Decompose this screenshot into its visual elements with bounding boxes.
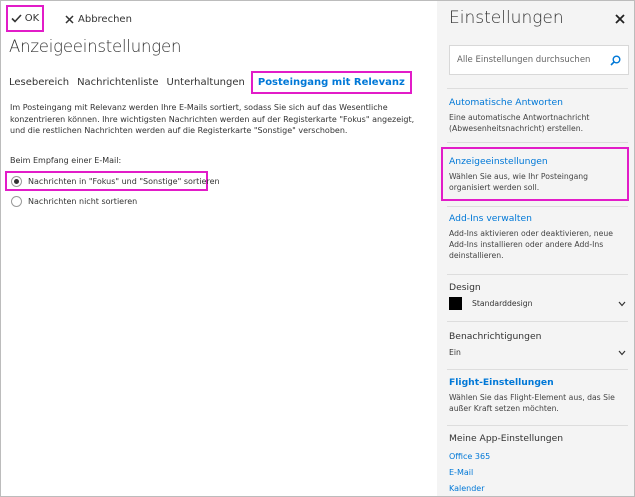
divider <box>447 206 628 207</box>
tab-conversations[interactable]: Unterhaltungen <box>167 77 245 88</box>
option-label: Nachrichten in "Fokus" und "Sonstige" so… <box>28 176 220 186</box>
notifications-heading: Benachrichtigungen <box>449 331 542 342</box>
search-input[interactable] <box>457 55 607 65</box>
settings-search <box>449 45 629 75</box>
chevron-down-icon[interactable] <box>618 350 626 356</box>
option-do-not-sort[interactable]: Nachrichten nicht sortieren <box>11 194 137 208</box>
divider <box>447 88 628 89</box>
settings-title: Einstellungen <box>449 8 564 28</box>
display-settings-pane: OK Abbrechen Anzeigeeinstellungen Lesebe… <box>1 1 437 496</box>
cancel-label: Abbrechen <box>78 13 132 25</box>
app-link-calendar[interactable]: Kalender <box>449 484 485 493</box>
close-icon[interactable] <box>614 13 626 25</box>
tab-bar: Lesebereich Nachrichtenliste Unterhaltun… <box>9 68 420 96</box>
divider <box>447 321 628 322</box>
page-title: Anzeigeeinstellungen <box>9 37 182 56</box>
auto-reply-description: Eine automatische Antwortnachricht (Abwe… <box>449 113 590 133</box>
manage-addins-link[interactable]: Add-Ins verwalten <box>449 213 532 224</box>
auto-reply-link[interactable]: Automatische Antworten <box>449 97 563 108</box>
radio-button-selected[interactable] <box>11 175 22 187</box>
option-sort-focused-other[interactable]: Nachrichten in "Fokus" und "Sonstige" so… <box>5 171 220 191</box>
app-link-mail[interactable]: E-Mail <box>449 468 473 477</box>
focused-inbox-description: Im Posteingang mit Relevanz werden Ihre … <box>10 103 415 135</box>
flight-settings-description: Wählen Sie das Flight-Element aus, das S… <box>449 393 615 413</box>
app-settings-heading: Meine App-Einstellungen <box>449 433 564 444</box>
display-settings-description: Wählen Sie aus, wie Ihr Posteingang orga… <box>449 172 589 192</box>
checkmark-icon <box>11 14 22 23</box>
ok-label: OK <box>24 13 40 24</box>
theme-swatch[interactable] <box>449 297 462 310</box>
divider <box>447 369 628 370</box>
close-icon <box>65 14 74 24</box>
divider <box>447 425 628 426</box>
app-link-office365[interactable]: Office 365 <box>449 452 490 461</box>
display-settings-link[interactable]: Anzeigeeinstellungen <box>449 156 548 167</box>
divider <box>447 142 628 143</box>
theme-value: Standarddesign <box>472 299 533 308</box>
flight-settings-link[interactable]: Flight-Einstellungen <box>449 377 554 388</box>
chevron-down-icon[interactable] <box>618 301 626 307</box>
receive-label: Beim Empfang einer E-Mail: <box>10 156 122 165</box>
settings-panel: Einstellungen Automatische Antworten Ein… <box>437 1 634 496</box>
design-heading: Design <box>449 282 481 293</box>
tab-message-list[interactable]: Nachrichtenliste <box>77 77 158 88</box>
tab-reading-pane[interactable]: Lesebereich <box>9 77 69 88</box>
manage-addins-description: Add-Ins aktivieren oder deaktivieren, ne… <box>449 229 613 260</box>
search-icon[interactable] <box>610 55 621 66</box>
ok-button[interactable]: OK <box>6 5 44 32</box>
notifications-value: Ein <box>449 348 461 357</box>
tab-focused-inbox[interactable]: Posteingang mit Relevanz <box>250 70 412 94</box>
radio-button[interactable] <box>11 195 22 207</box>
divider <box>447 274 628 275</box>
option-label: Nachrichten nicht sortieren <box>28 196 138 206</box>
cancel-button[interactable]: Abbrechen <box>65 10 132 28</box>
